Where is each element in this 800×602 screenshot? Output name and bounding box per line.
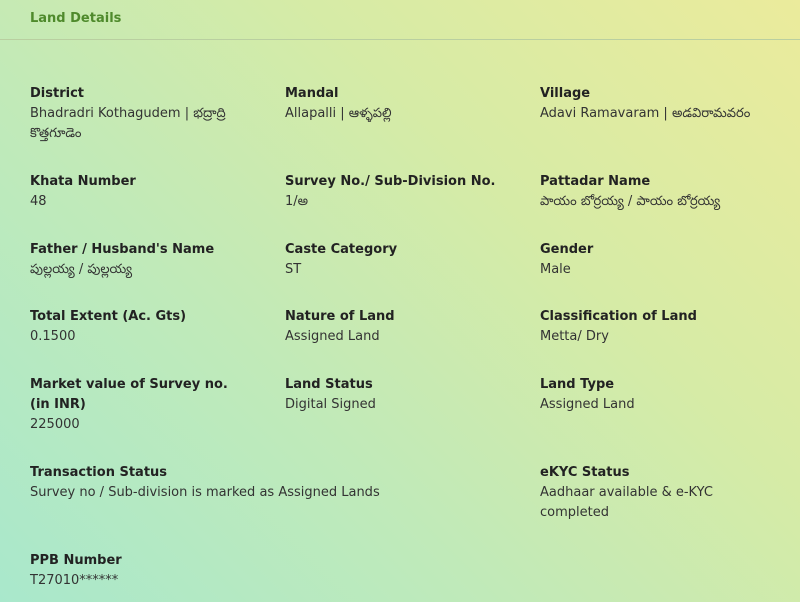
market-value-label: Market value of Survey no.(in INR) <box>30 377 228 412</box>
land-status-value: Digital Signed <box>285 397 376 412</box>
mandal-value: Allapalli | ఆళ్ళపల్లి <box>285 106 392 121</box>
pattadar-name-field: Pattadar Name పాయం బోర్రయ్య / పాయం బోర్ర… <box>540 172 795 212</box>
survey-no-value: 1/అ <box>285 194 309 209</box>
ekyc-status-value: Aadhaar available & e-KYC completed <box>540 485 713 520</box>
father-husband-name-field: Father / Husband's Name పుల్లయ్య / పుల్ల… <box>30 240 270 280</box>
land-status-field: Land Status Digital Signed <box>285 375 515 415</box>
khata-number-label: Khata Number <box>30 174 136 189</box>
nature-of-land-value: Assigned Land <box>285 329 380 344</box>
total-extent-label: Total Extent (Ac. Gts) <box>30 309 187 324</box>
survey-no-label: Survey No./ Sub-Division No. <box>285 174 496 189</box>
classification-of-land-label: Classification of Land <box>540 309 697 324</box>
land-type-field: Land Type Assigned Land <box>540 375 790 415</box>
mandal-field: Mandal Allapalli | ఆళ్ళపల్లి <box>285 84 515 124</box>
land-status-label: Land Status <box>285 377 373 392</box>
ppb-number-field: PPB Number T27010****** <box>30 551 270 591</box>
gender-value: Male <box>540 262 571 277</box>
classification-of-land-field: Classification of Land Metta/ Dry <box>540 307 790 347</box>
market-value-value: 225000 <box>30 417 80 432</box>
village-value: Adavi Ramavaram | అడవిరామవరం <box>540 106 751 121</box>
father-husband-name-label: Father / Husband's Name <box>30 242 215 257</box>
total-extent-value: 0.1500 <box>30 329 76 344</box>
caste-category-value: ST <box>285 262 302 277</box>
father-husband-name-value: పుల్లయ్య / పుల్లయ్య <box>30 262 133 277</box>
pattadar-name-value: పాయం బోర్రయ్య / పాయం బోర్రయ్య <box>540 194 721 209</box>
caste-category-field: Caste Category ST <box>285 240 515 280</box>
gender-field: Gender Male <box>540 240 790 280</box>
classification-of-land-value: Metta/ Dry <box>540 329 609 344</box>
land-details-header: Land Details <box>0 0 800 40</box>
land-type-value: Assigned Land <box>540 397 635 412</box>
caste-category-label: Caste Category <box>285 242 398 257</box>
pattadar-name-label: Pattadar Name <box>540 174 651 189</box>
gender-label: Gender <box>540 242 594 257</box>
ppb-number-label: PPB Number <box>30 553 122 568</box>
ekyc-status-label: eKYC Status <box>540 465 630 480</box>
survey-no-field: Survey No./ Sub-Division No. 1/అ <box>285 172 525 212</box>
district-label: District <box>30 86 84 101</box>
nature-of-land-field: Nature of Land Assigned Land <box>285 307 515 347</box>
transaction-status-value: Survey no / Sub-division is marked as As… <box>30 485 380 500</box>
transaction-status-label: Transaction Status <box>30 465 168 480</box>
khata-number-field: Khata Number 48 <box>30 172 260 212</box>
khata-number-value: 48 <box>30 194 47 209</box>
mandal-label: Mandal <box>285 86 339 101</box>
total-extent-field: Total Extent (Ac. Gts) 0.1500 <box>30 307 270 347</box>
transaction-status-field: Transaction Status Survey no / Sub-divis… <box>30 463 510 503</box>
nature-of-land-label: Nature of Land <box>285 309 395 324</box>
land-type-label: Land Type <box>540 377 615 392</box>
ekyc-status-field: eKYC Status Aadhaar available & e-KYC co… <box>540 463 740 523</box>
market-value-field: Market value of Survey no.(in INR) 22500… <box>30 375 240 435</box>
district-field: District Bhadradri Kothagudem | భద్రాద్ర… <box>30 84 245 144</box>
district-value: Bhadradri Kothagudem | భద్రాద్రి కొత్తగూ… <box>30 106 226 141</box>
village-field: Village Adavi Ramavaram | అడవిరామవరం <box>540 84 790 124</box>
section-title: Land Details <box>30 11 122 26</box>
ppb-number-value: T27010****** <box>30 573 119 588</box>
village-label: Village <box>540 86 591 101</box>
